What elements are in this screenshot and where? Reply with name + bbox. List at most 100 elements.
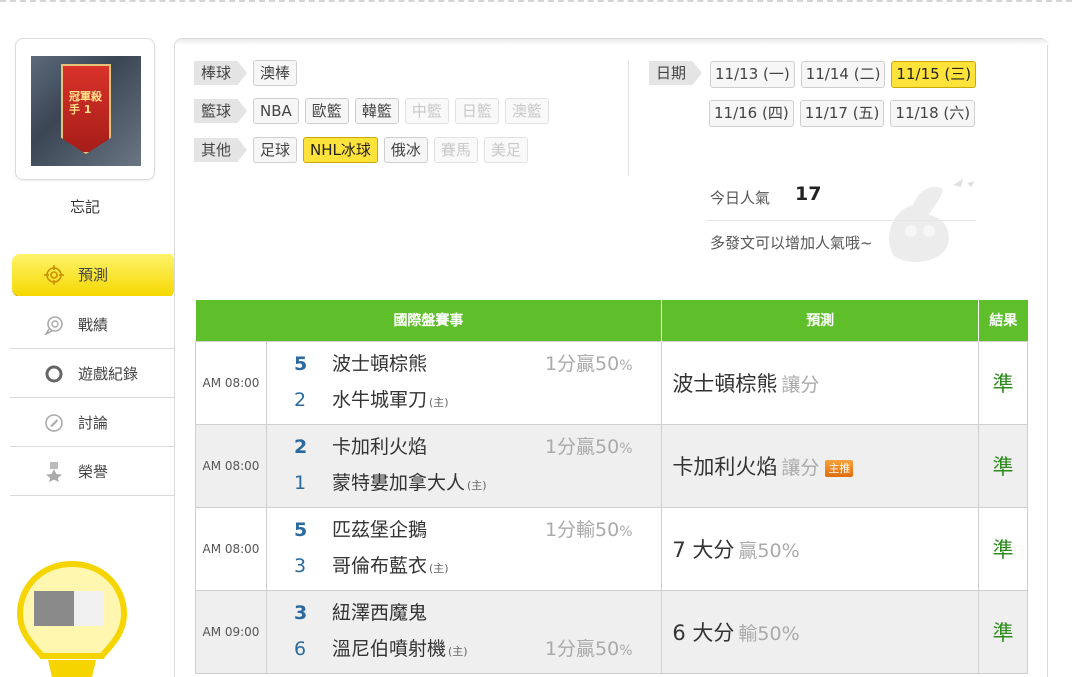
chip-nba[interactable]: NBA <box>253 98 299 124</box>
sidebar-item-predict[interactable]: 預測 <box>10 250 182 300</box>
sidebar-item-label: 預測 <box>78 266 109 284</box>
username[interactable]: 忘記 <box>10 196 160 217</box>
sidebar-item-discussion[interactable]: 討論 <box>10 398 174 447</box>
match-cell[interactable]: 2 卡加利火焰 1 蒙特婁加拿大人 (主) 1分贏50% <box>265 423 663 508</box>
prediction-type: 讓分 <box>781 456 820 479</box>
odds-line: 1分輸50% <box>267 517 663 543</box>
lightbulb-decoration <box>16 560 128 677</box>
result-cell: 準 <box>978 340 1028 425</box>
panel-top-edge <box>175 39 1049 45</box>
sidebar-menu: 預測 戰績 遊戲紀錄 討論 榮譽 <box>10 250 182 496</box>
chip-horse-racing: 賽馬 <box>433 137 478 163</box>
chip-china-basketball: 中籃 <box>404 98 449 124</box>
header-prediction: 預測 <box>661 300 979 341</box>
filter-row-baseball: 棒球 澳棒 <box>194 60 298 86</box>
match-time: AM 09:00 <box>195 589 267 674</box>
chip-euro-basketball[interactable]: 歐籃 <box>304 98 349 124</box>
match-time: AM 08:00 <box>195 506 267 591</box>
date-chip-1116[interactable]: 11/16 (四) <box>709 100 794 127</box>
odds-line: 1分贏50% <box>267 636 663 662</box>
prediction-type: 讓分 <box>781 373 820 396</box>
prediction-cell[interactable]: 波士頓棕熊 讓分 <box>661 340 979 425</box>
category-tag-other: 其他 <box>194 138 248 162</box>
filter-row-basketball: 籃球 NBA 歐籃 韓籃 中籃 日籃 澳籃 <box>194 98 549 124</box>
chip-russia-hockey[interactable]: 俄冰 <box>383 137 428 163</box>
date-chip-1118[interactable]: 11/18 (六) <box>890 100 976 127</box>
away-team-name: 紐澤西魔鬼 <box>332 600 427 626</box>
prediction-cell[interactable]: 卡加利火焰 讓分 主推 <box>661 423 979 508</box>
odds-text: 1分贏50% <box>545 636 633 664</box>
away-team-label: 紐澤西魔鬼 <box>331 601 427 624</box>
match-cell[interactable]: 5 匹茲堡企鵝 3 哥倫布藍衣 (主) 1分輸50% <box>265 506 663 591</box>
date-chip-1115[interactable]: 11/15 (三) <box>891 61 977 88</box>
odds-text: 1分輸50% <box>545 517 633 545</box>
popularity-divider <box>706 220 976 221</box>
category-tag-baseball: 棒球 <box>194 61 248 85</box>
home-team-name: 蒙特婁加拿大人 (主) <box>332 470 487 499</box>
top-dashed-border <box>0 0 1072 2</box>
prediction-pick: 卡加利火焰 <box>672 454 778 479</box>
date-chip-1113[interactable]: 11/13 (一) <box>710 61 795 88</box>
odds-line: 1分贏50% <box>267 351 663 377</box>
prediction-cell[interactable]: 6 大分 輸50% <box>661 589 979 674</box>
odds-unit: % <box>619 642 633 659</box>
odds-unit: % <box>619 523 633 540</box>
target-icon <box>44 265 64 285</box>
prediction-pick: 波士頓棕熊 <box>672 371 778 396</box>
popularity-note: 多發文可以增加人氣哦~ <box>710 234 873 252</box>
table-row: AM 08:00 5 波士頓棕熊 2 水牛城軍刀 (主) 1分贏50% 波士頓棕熊 讓分準 <box>195 340 1028 425</box>
chip-nhl-hockey[interactable]: NHL冰球 <box>303 137 378 163</box>
discussion-icon <box>45 414 63 432</box>
date-label: 日期 <box>649 61 703 85</box>
circle-icon <box>45 365 63 383</box>
odds-label: 1分贏 <box>544 637 596 660</box>
prediction-cell[interactable]: 7 大分 贏50% <box>661 506 979 591</box>
date-chip-1117[interactable]: 11/17 (五) <box>799 100 885 127</box>
odds-text: 1分贏50% <box>545 351 633 379</box>
header-result: 結果 <box>978 300 1028 341</box>
odds-line: 1分贏50% <box>267 434 663 460</box>
sidebar-item-label: 遊戲紀錄 <box>78 365 139 383</box>
medal-icon <box>46 462 62 482</box>
match-cell[interactable]: 5 波士頓棕熊 2 水牛城軍刀 (主) 1分贏50% <box>265 340 663 425</box>
prediction-pick: 6 大分 <box>672 620 735 645</box>
sidebar-item-record[interactable]: 戰績 <box>10 300 174 349</box>
sidebar-item-game-history[interactable]: 遊戲紀錄 <box>10 349 174 398</box>
odds-unit: % <box>619 357 633 374</box>
filter-row-other: 其他 足球 NHL冰球 俄冰 賽馬 美足 <box>194 137 528 163</box>
champion-banner-image: 冠軍殺手 1 <box>61 64 111 154</box>
avatar[interactable]: 冠軍殺手 1 <box>31 56 141 166</box>
sidebar-item-label: 討論 <box>78 414 109 432</box>
home-team-label: 哥倫布藍衣 <box>331 554 427 577</box>
prediction-type: 輸50% <box>738 622 800 645</box>
table-row: AM 08:00 5 匹茲堡企鵝 3 哥倫布藍衣 (主) 1分輸50% 7 大分 贏50% 準 <box>195 506 1028 591</box>
featured-badge: 主推 <box>825 459 854 477</box>
chip-japan-basketball: 日籃 <box>454 98 499 124</box>
header-match: 國際盤賽事 <box>195 300 663 341</box>
date-row-2: 11/16 (四) 11/17 (五) 11/18 (六) <box>649 100 1009 127</box>
chip-aus-baseball[interactable]: 澳棒 <box>253 60 298 86</box>
chip-aus-basketball: 澳籃 <box>504 98 549 124</box>
prediction-pick: 7 大分 <box>672 537 735 562</box>
popularity-label: 今日人氣 <box>710 189 771 207</box>
match-cell[interactable]: 3 紐澤西魔鬼 6 溫尼伯噴射機 (主) 1分贏50% <box>265 589 663 674</box>
chip-american-football: 美足 <box>483 137 528 163</box>
category-tag-basketball: 籃球 <box>194 99 248 123</box>
home-team-name: 哥倫布藍衣 (主) <box>332 553 449 582</box>
filter-divider <box>628 61 629 176</box>
prediction-table: 國際盤賽事 預測 結果 AM 08:00 5 波士頓棕熊 2 水牛城軍刀 (主) 1分贏50… <box>195 300 1028 674</box>
sidebar-item-label: 榮譽 <box>78 463 109 481</box>
table-row: AM 09:00 3 紐澤西魔鬼 6 溫尼伯噴射機 (主) 1分贏50% 6 大分 輸50% 準 <box>195 589 1028 674</box>
odds-percent: 50 <box>595 518 620 541</box>
odds-percent: 50 <box>595 435 620 458</box>
host-marker: (主) <box>466 478 487 492</box>
match-time: AM 08:00 <box>195 340 267 425</box>
avatar-banner-text: 冠軍殺手 1 <box>69 90 102 116</box>
sidebar-item-honor[interactable]: 榮譽 <box>10 447 174 496</box>
chip-soccer[interactable]: 足球 <box>253 137 298 163</box>
date-chip-1114[interactable]: 11/14 (二) <box>800 61 886 88</box>
chip-korea-basketball[interactable]: 韓籃 <box>354 98 399 124</box>
table-row: AM 08:00 2 卡加利火焰 1 蒙特婁加拿大人 (主) 1分贏50% 卡加利火焰 讓分 主推… <box>195 423 1028 508</box>
avatar-card[interactable]: 冠軍殺手 1 <box>15 38 155 180</box>
host-marker: (主) <box>428 395 449 409</box>
